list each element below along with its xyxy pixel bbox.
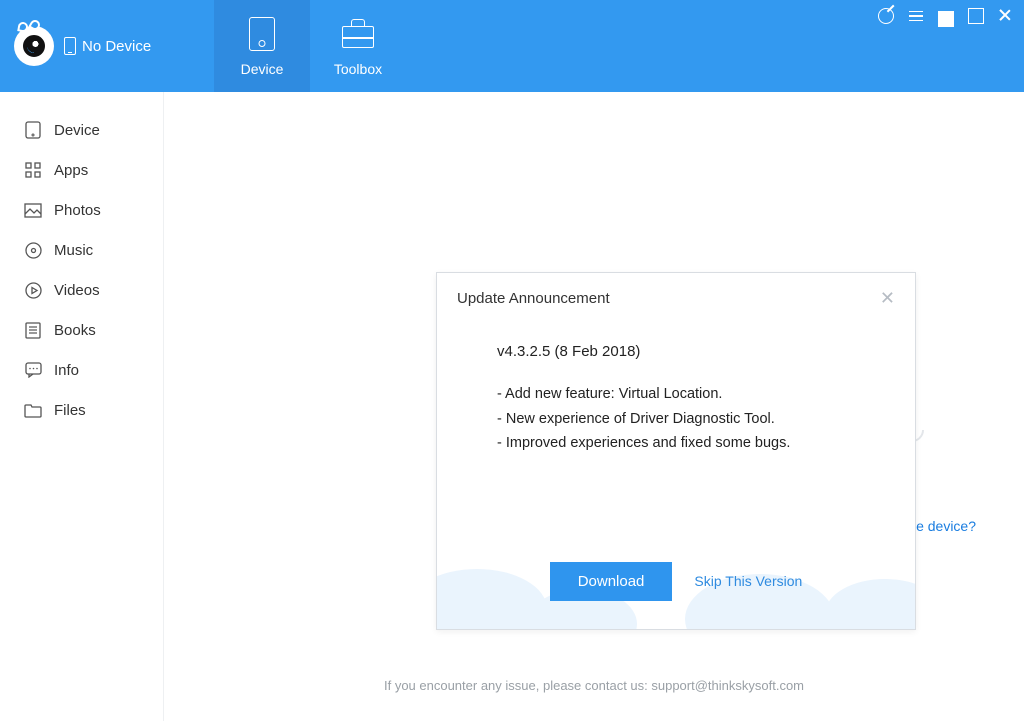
skip-version-link[interactable]: Skip This Version: [694, 573, 802, 589]
sidebar-item-label: Music: [54, 242, 93, 259]
apps-icon: [24, 161, 42, 179]
sidebar-item-label: Photos: [54, 202, 101, 219]
sidebar: Device Apps Photos Music Videos Books In…: [0, 92, 164, 721]
key-icon[interactable]: [878, 8, 894, 24]
sidebar-item-device[interactable]: Device: [0, 110, 163, 150]
modal-title: Update Announcement: [457, 290, 610, 307]
device-icon: [24, 121, 42, 139]
update-modal: Update Announcement ✕ v4.3.2.5 (8 Feb 20…: [436, 272, 916, 630]
sidebar-item-label: Books: [54, 322, 96, 339]
sidebar-item-label: Apps: [54, 162, 88, 179]
sidebar-item-label: Videos: [54, 282, 100, 299]
files-icon: [24, 401, 42, 419]
sidebar-item-files[interactable]: Files: [0, 390, 163, 430]
modal-release-notes: - Add new feature: Virtual Location. - N…: [497, 382, 855, 456]
modal-close-button[interactable]: ✕: [880, 289, 895, 307]
sidebar-item-label: Device: [54, 122, 100, 139]
header-left: No Device: [0, 0, 214, 92]
tab-toolbox[interactable]: Toolbox: [310, 0, 406, 92]
phone-icon: [64, 37, 76, 55]
maximize-button[interactable]: [968, 8, 984, 24]
app-logo-icon: [14, 26, 54, 66]
device-tab-icon: [249, 17, 275, 51]
close-button[interactable]: [998, 8, 1014, 24]
toolbox-tab-icon: [342, 26, 374, 48]
main-content: ? Cannot recognize the device? If you en…: [164, 92, 1024, 721]
release-note: - New experience of Driver Diagnostic To…: [497, 407, 855, 432]
footer-text: If you encounter any issue, please conta…: [164, 678, 1024, 693]
release-note: - Add new feature: Virtual Location.: [497, 382, 855, 407]
app-header: No Device Device Toolbox: [0, 0, 1024, 92]
photos-icon: [24, 201, 42, 219]
modal-version: v4.3.2.5 (8 Feb 2018): [497, 343, 855, 360]
sidebar-item-label: Files: [54, 402, 86, 419]
release-note: - Improved experiences and fixed some bu…: [497, 431, 855, 456]
sidebar-item-music[interactable]: Music: [0, 230, 163, 270]
sidebar-item-photos[interactable]: Photos: [0, 190, 163, 230]
videos-icon: [24, 281, 42, 299]
download-button[interactable]: Download: [550, 562, 673, 601]
music-icon: [24, 241, 42, 259]
device-status: No Device: [64, 37, 151, 55]
sidebar-item-label: Info: [54, 362, 79, 379]
sidebar-item-videos[interactable]: Videos: [0, 270, 163, 310]
tab-label: Toolbox: [334, 61, 382, 77]
info-icon: [24, 361, 42, 379]
menu-icon[interactable]: [908, 8, 924, 24]
tab-device[interactable]: Device: [214, 0, 310, 92]
header-tabs: Device Toolbox: [214, 0, 406, 92]
sidebar-item-apps[interactable]: Apps: [0, 150, 163, 190]
device-status-label: No Device: [82, 38, 151, 55]
tab-label: Device: [241, 61, 284, 77]
minimize-button[interactable]: [938, 8, 954, 24]
books-icon: [24, 321, 42, 339]
sidebar-item-books[interactable]: Books: [0, 310, 163, 350]
window-controls: [878, 8, 1014, 24]
sidebar-item-info[interactable]: Info: [0, 350, 163, 390]
